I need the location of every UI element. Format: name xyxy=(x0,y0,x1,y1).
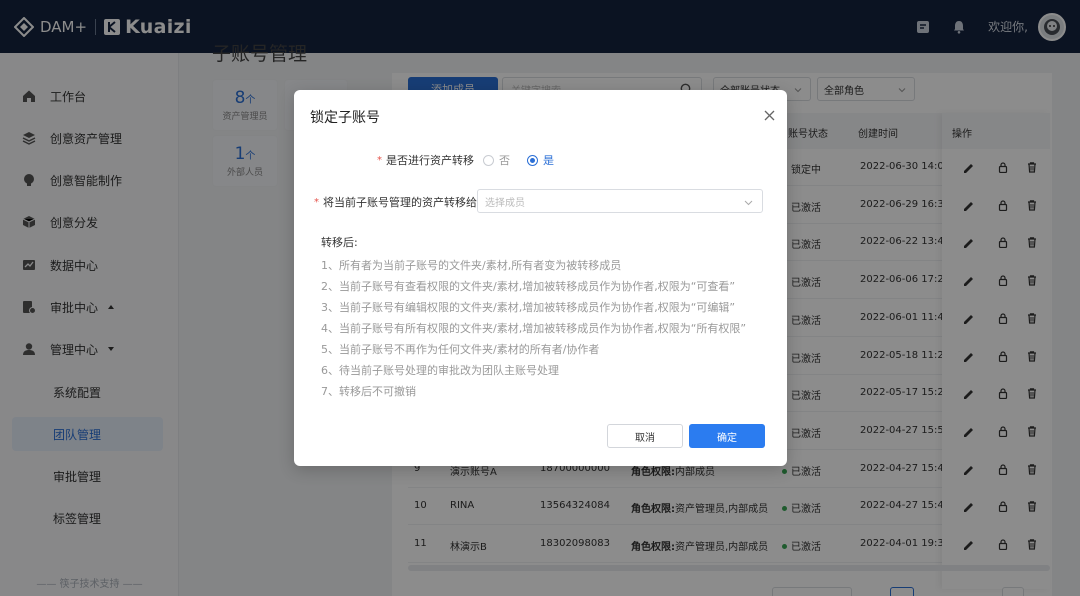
required-mark: * xyxy=(314,196,319,208)
rules-title: 转移后: xyxy=(321,236,358,249)
confirm-button[interactable]: 确定 xyxy=(689,424,765,448)
radio-circle xyxy=(483,154,494,166)
cancel-label: 取消 xyxy=(635,432,655,444)
rule-item: 4、当前子账号有所有权限的文件夹/素材,增加被转移成员作为协作者,权限为“所有权… xyxy=(321,322,747,335)
rule-item: 6、待当前子账号处理的审批改为团队主账号处理 xyxy=(321,364,559,377)
rule-item: 7、转移后不可撤销 xyxy=(321,385,416,398)
rule-item: 1、所有者为当前子账号的文件夹/素材,所有者变为被转移成员 xyxy=(321,259,622,272)
transfer-question-label: 是否进行资产转移 xyxy=(386,154,474,167)
close-icon[interactable] xyxy=(764,110,775,121)
radio-yes-label: 是 xyxy=(543,154,554,167)
transfer-target-row: * 将当前子账号管理的资产转移给 xyxy=(314,194,477,210)
lock-account-modal: 锁定子账号 * 是否进行资产转移 否 是 * 将当前子账号管理的资产转移给 选择… xyxy=(294,90,787,466)
radio-no-label: 否 xyxy=(499,154,510,167)
cancel-button[interactable]: 取消 xyxy=(607,424,683,448)
transfer-target-label: 将当前子账号管理的资产转移给 xyxy=(323,196,477,209)
rule-item: 2、当前子账号有查看权限的文件夹/素材,增加被转移成员作为协作者,权限为“可查看… xyxy=(321,280,736,293)
member-select[interactable]: 选择成员 xyxy=(477,189,763,213)
chevron-down-icon xyxy=(744,200,753,206)
radio-circle-checked xyxy=(527,154,538,166)
required-mark: * xyxy=(377,154,382,166)
modal-title: 锁定子账号 xyxy=(310,110,380,126)
rule-item: 3、当前子账号有编辑权限的文件夹/素材,增加被转移成员作为协作者,权限为“可编辑… xyxy=(321,301,736,314)
member-select-placeholder: 选择成员 xyxy=(485,197,525,209)
confirm-label: 确定 xyxy=(717,432,737,444)
rule-item: 5、当前子账号不再作为任何文件夹/素材的所有者/协作者 xyxy=(321,343,600,356)
transfer-question-row: * 是否进行资产转移 否 是 xyxy=(377,152,554,168)
radio-yes[interactable]: 是 xyxy=(527,152,554,168)
radio-no[interactable]: 否 xyxy=(483,152,510,168)
